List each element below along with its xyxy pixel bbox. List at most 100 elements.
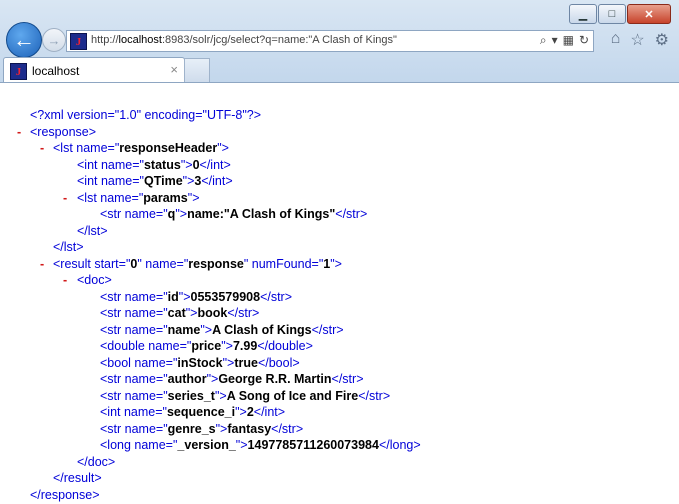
xml-line-text: <response> bbox=[30, 124, 96, 141]
xml-markup: <lst name=" bbox=[53, 141, 120, 155]
url-host: localhost bbox=[118, 34, 162, 46]
xml-line-text: <long name="_version_">14977857112600739… bbox=[100, 437, 421, 454]
xml-markup: <response> bbox=[30, 124, 97, 139]
xml-markup: </str> bbox=[311, 322, 344, 337]
xml-markup: </int> bbox=[253, 405, 286, 419]
xml-markup: </int> bbox=[199, 157, 231, 172]
xml-line-text: <str name="id">0553579908</str> bbox=[100, 289, 292, 306]
xml-markup: "> bbox=[182, 174, 195, 188]
xml-line-text: </doc> bbox=[77, 454, 115, 471]
xml-value: params bbox=[143, 190, 188, 205]
xml-markup: "> bbox=[235, 405, 247, 419]
xml-markup: <double name=" bbox=[100, 339, 192, 353]
collapse-toggle[interactable]: - bbox=[63, 190, 67, 207]
xml-markup: </lst> bbox=[53, 240, 84, 254]
xml-markup: <?xml version="1.0" encoding="UTF-8"?> bbox=[30, 108, 262, 122]
home-icon[interactable]: ⌂ bbox=[611, 30, 621, 50]
xml-markup: <int name=" bbox=[77, 157, 144, 172]
refresh-icon[interactable]: ↻ bbox=[579, 33, 589, 48]
xml-markup: </response> bbox=[30, 487, 100, 502]
xml-value: cat bbox=[167, 306, 186, 320]
xml-value: fantasy bbox=[227, 421, 272, 436]
xml-markup: "> bbox=[178, 289, 191, 304]
gear-icon[interactable]: ⚙ bbox=[655, 30, 669, 50]
address-bar[interactable]: J http://localhost:8983/solr/jcg/select?… bbox=[66, 30, 594, 52]
xml-markup: </bool> bbox=[257, 355, 300, 370]
maximize-button[interactable]: □ bbox=[598, 4, 626, 24]
xml-markup: </str> bbox=[260, 289, 293, 304]
xml-value: name:"A Clash of Kings" bbox=[187, 207, 336, 221]
new-tab-button[interactable] bbox=[184, 58, 210, 82]
xml-markup: <long name=" bbox=[100, 438, 178, 452]
xml-markup: </str> bbox=[227, 306, 260, 320]
xml-value: price bbox=[191, 339, 222, 353]
xml-line-text: <str name="cat">book</str> bbox=[100, 305, 259, 322]
xml-value: 0553579908 bbox=[190, 289, 261, 304]
collapse-toggle[interactable]: - bbox=[40, 140, 44, 157]
star-icon[interactable]: ☆ bbox=[630, 30, 644, 50]
xml-line-text: <lst name="responseHeader"> bbox=[53, 140, 229, 157]
xml-markup: <int name=" bbox=[77, 174, 144, 188]
xml-markup: "> bbox=[330, 256, 342, 271]
tab-localhost[interactable]: J localhost × bbox=[3, 57, 185, 83]
xml-markup: "> bbox=[222, 355, 235, 370]
collapse-toggle[interactable]: - bbox=[63, 272, 67, 289]
xml-markup: "> bbox=[217, 141, 229, 155]
xml-markup: </int> bbox=[201, 174, 233, 188]
minimize-button[interactable]: ▁ bbox=[569, 4, 597, 24]
xml-line-text: <int name="status">0</int> bbox=[77, 157, 231, 174]
tab-close-icon[interactable]: × bbox=[170, 62, 178, 77]
xml-value: 7.99 bbox=[232, 339, 258, 353]
tab-favicon-icon: J bbox=[10, 63, 27, 80]
xml-value: author bbox=[167, 372, 207, 386]
url-text[interactable]: http://localhost:8983/solr/jcg/select?q=… bbox=[91, 34, 397, 46]
xml-markup: " name=" bbox=[137, 256, 189, 271]
xml-value: name bbox=[167, 322, 201, 337]
xml-line-text: </lst> bbox=[77, 223, 108, 240]
xml-line-text: <?xml version="1.0" encoding="UTF-8"?> bbox=[30, 107, 261, 124]
xml-line-text: <doc> bbox=[77, 272, 112, 289]
xml-line-text: <lst name="params"> bbox=[77, 190, 200, 207]
xml-markup: " numFound=" bbox=[243, 256, 324, 271]
xml-markup: "> bbox=[185, 306, 198, 320]
xml-markup: <str name=" bbox=[100, 207, 168, 221]
xml-line-text: <int name="QTime">3</int> bbox=[77, 173, 233, 190]
xml-value: response bbox=[188, 256, 244, 271]
xml-markup: <result start=" bbox=[53, 256, 131, 271]
xml-value: series_t bbox=[167, 388, 215, 403]
close-window-button[interactable]: ✕ bbox=[627, 4, 671, 24]
dropdown-arrow-icon[interactable]: ▾ bbox=[552, 33, 558, 48]
xml-value: 0 bbox=[192, 157, 200, 172]
browser-toolbar-icons: ⌂ ☆ ⚙ bbox=[611, 30, 669, 50]
xml-line-text: <str name="author">George R.R. Martin</s… bbox=[100, 371, 364, 388]
xml-line-text: <bool name="inStock">true</bool> bbox=[100, 355, 300, 372]
xml-line-text: </lst> bbox=[53, 239, 84, 256]
xml-markup: </doc> bbox=[77, 454, 116, 469]
page-content: <?xml version="1.0" encoding="UTF-8"?> - <… bbox=[0, 82, 679, 504]
xml-markup: <doc> bbox=[77, 273, 112, 287]
xml-value: genre_s bbox=[167, 421, 216, 436]
back-arrow-icon[interactable]: ← bbox=[6, 22, 42, 58]
xml-value: id bbox=[167, 289, 179, 304]
xml-value: _version_ bbox=[177, 438, 236, 452]
collapse-toggle[interactable]: - bbox=[17, 124, 21, 141]
site-favicon-icon: J bbox=[70, 33, 87, 50]
xml-markup: "> bbox=[180, 157, 193, 172]
xml-value: George R.R. Martin bbox=[218, 372, 332, 386]
xml-value: A Clash of Kings bbox=[212, 322, 312, 337]
forward-arrow-icon[interactable]: → bbox=[42, 28, 66, 52]
xml-markup: <str name=" bbox=[100, 372, 168, 386]
xml-markup: <str name=" bbox=[100, 388, 168, 403]
xml-markup: <bool name=" bbox=[100, 355, 178, 370]
xml-markup: </str> bbox=[358, 388, 391, 403]
collapse-toggle[interactable]: - bbox=[40, 256, 44, 273]
xml-markup: </lst> bbox=[77, 223, 108, 238]
xml-line-text: <double name="price">7.99</double> bbox=[100, 338, 313, 355]
xml-markup: "> bbox=[206, 372, 219, 386]
xml-line-text: <str name="series_t">A Song of Ice and F… bbox=[100, 388, 390, 405]
xml-markup: "> bbox=[187, 190, 200, 205]
xml-value: A Song of Ice and Fire bbox=[226, 388, 359, 403]
search-icon[interactable]: ⌕ bbox=[540, 33, 547, 48]
xml-markup: <str name=" bbox=[100, 421, 168, 436]
compatibility-view-icon[interactable]: ▦ bbox=[563, 33, 574, 48]
